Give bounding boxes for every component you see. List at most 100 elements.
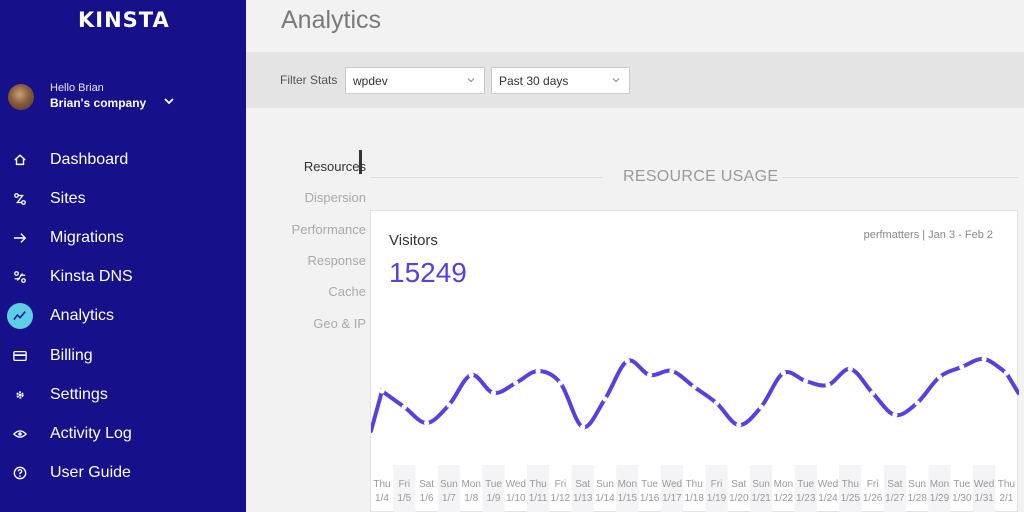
x-tick-day: Mon — [618, 479, 637, 490]
x-tick-day: Sun — [596, 479, 614, 490]
x-tick-day: Sat — [575, 479, 590, 490]
x-tick-date: 1/31 — [974, 493, 994, 504]
company-name: Brian's company — [50, 96, 147, 110]
date-range-select[interactable]: Past 30 days — [491, 67, 630, 94]
sidebar-item-label: Billing — [50, 346, 93, 364]
kinsta-logo[interactable]: KINSTA — [78, 8, 170, 32]
sidebar-item-dashboard[interactable]: Dashboard — [0, 140, 246, 179]
data-point[interactable] — [401, 404, 407, 410]
x-tick-date: 1/13 — [573, 493, 593, 504]
sidebar-item-kinsta-dns[interactable]: Kinsta DNS — [0, 258, 246, 297]
help-icon — [12, 465, 28, 481]
x-tick-day: Thu — [529, 479, 546, 490]
tab-dispersion[interactable]: Dispersion — [271, 190, 366, 205]
data-point[interactable] — [669, 368, 675, 374]
sidebar-item-migrations[interactable]: Migrations — [0, 218, 246, 257]
active-tab-indicator — [359, 150, 362, 174]
sidebar-item-label: Kinsta DNS — [50, 268, 133, 286]
tab-cache[interactable]: Cache — [271, 284, 366, 299]
data-point[interactable] — [691, 384, 697, 390]
divider — [783, 177, 1018, 178]
data-point[interactable] — [825, 382, 831, 388]
sidebar-item-user-guide[interactable]: User Guide — [0, 454, 246, 493]
tab-response[interactable]: Response — [271, 253, 366, 268]
x-tick-date: 1/28 — [907, 493, 927, 504]
gear-icon — [12, 387, 28, 403]
x-tick-day: Thu — [373, 479, 390, 490]
filter-label: Filter Stats — [280, 73, 338, 87]
x-tick-date: 1/25 — [841, 493, 861, 504]
x-tick-day: Thu — [686, 479, 703, 490]
data-point[interactable] — [847, 366, 853, 372]
dns-icon — [12, 269, 28, 285]
visitors-total: 15249 — [389, 257, 467, 288]
chevron-down-icon[interactable] — [162, 94, 176, 108]
eye-icon — [12, 426, 28, 442]
site-select-value: wpdev — [353, 74, 388, 88]
data-point[interactable] — [490, 390, 497, 396]
data-point[interactable] — [892, 412, 898, 418]
data-point[interactable] — [557, 380, 563, 386]
data-point[interactable] — [624, 358, 630, 364]
sidebar-item-sites[interactable]: Sites — [0, 179, 246, 218]
sidebar-item-analytics[interactable]: Analytics — [0, 297, 246, 336]
main-content: Analytics Filter Stats wpdev Past 30 day… — [246, 0, 1024, 512]
x-tick-day: Sun — [908, 479, 926, 490]
data-point[interactable] — [959, 364, 965, 370]
data-point[interactable] — [981, 356, 987, 362]
sidebar-item-activity-log[interactable]: Activity Log — [0, 414, 246, 453]
tab-resources[interactable]: Resources — [271, 159, 366, 174]
x-tick-date: 1/15 — [618, 493, 638, 504]
data-point[interactable] — [758, 404, 764, 410]
data-point[interactable] — [647, 372, 653, 378]
x-tick-day: Fri — [867, 479, 879, 490]
data-point[interactable] — [424, 420, 430, 426]
avatar — [8, 84, 34, 110]
data-point[interactable] — [446, 402, 452, 408]
sidebar-item-label: Activity Log — [50, 424, 132, 442]
chevron-down-icon — [612, 78, 620, 83]
data-point[interactable] — [580, 424, 586, 430]
sidebar-item-billing[interactable]: Billing — [0, 336, 246, 375]
data-point[interactable] — [936, 374, 943, 380]
x-tick-date: 1/24 — [818, 493, 838, 504]
data-point[interactable] — [736, 422, 742, 428]
x-tick-day: Mon — [774, 479, 793, 490]
data-point[interactable] — [379, 388, 385, 394]
data-point[interactable] — [803, 378, 809, 384]
migrations-icon — [12, 230, 28, 246]
x-tick-date: 1/27 — [885, 493, 905, 504]
x-tick-date: 1/23 — [796, 493, 816, 504]
tab-performance[interactable]: Performance — [271, 222, 366, 237]
divider — [371, 177, 603, 178]
data-point[interactable] — [780, 370, 786, 376]
x-tick-date: 1/21 — [751, 493, 771, 504]
x-tick-date: 1/5 — [397, 493, 411, 504]
x-tick-date: 1/12 — [551, 493, 571, 504]
data-point[interactable] — [468, 372, 474, 378]
x-tick-day: Wed — [974, 479, 994, 490]
data-point[interactable] — [535, 368, 541, 374]
x-tick-date: 1/29 — [930, 493, 950, 504]
x-tick-date: 1/30 — [952, 493, 972, 504]
data-point[interactable] — [1003, 370, 1010, 376]
x-tick-day: Sun — [752, 479, 770, 490]
sidebar-item-settings[interactable]: Settings — [0, 375, 246, 414]
data-point[interactable] — [914, 400, 920, 406]
data-point[interactable] — [513, 380, 519, 386]
x-tick-day: Sun — [440, 479, 458, 490]
data-point[interactable] — [870, 390, 876, 396]
sidebar-item-label: Settings — [50, 385, 108, 403]
data-point[interactable] — [713, 400, 720, 406]
x-tick-date: 1/17 — [662, 493, 682, 504]
account-switcher[interactable]: Hello Brian Brian's company — [8, 82, 238, 112]
site-select[interactable]: wpdev — [345, 67, 485, 94]
x-tick-day: Sat — [731, 479, 746, 490]
tab-geo-ip[interactable]: Geo & IP — [271, 316, 366, 331]
sidebar: KINSTA Hello Brian Brian's company Dashb… — [0, 0, 246, 512]
x-tick-day: Sat — [887, 479, 902, 490]
x-tick-date: 1/8 — [464, 493, 478, 504]
data-point[interactable] — [602, 396, 608, 402]
x-tick-date: 1/19 — [707, 493, 727, 504]
sidebar-item-label: Sites — [50, 189, 86, 207]
